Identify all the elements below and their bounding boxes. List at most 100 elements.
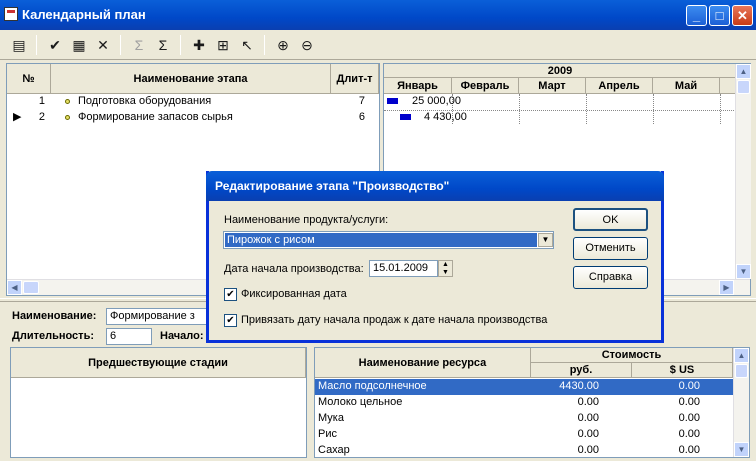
gantt-year: 2009 (384, 64, 736, 78)
table-row[interactable]: ▶ 2 Формирование запасов сырья 6 (7, 110, 379, 126)
col-name-header[interactable]: Наименование этапа (51, 64, 331, 94)
gantt-month: Апрель (586, 78, 653, 94)
resource-rub: 0.00 (577, 444, 599, 456)
date-label: Дата начала производства: (224, 263, 364, 275)
resource-name: Молоко цельное (318, 396, 403, 408)
resource-usd: 0.00 (678, 412, 700, 424)
scroll-right-icon[interactable]: ▶ (719, 280, 734, 295)
resource-name: Сахар (318, 444, 350, 456)
scroll-thumb[interactable] (737, 80, 750, 94)
spin-up-icon[interactable]: ▲ (442, 261, 449, 268)
sum-icon[interactable]: Σ (152, 34, 174, 56)
predecessors-header: Предшествующие стадии (11, 348, 306, 378)
delete-icon[interactable]: ✕ (92, 34, 114, 56)
product-label: Наименование продукта/услуги: (224, 214, 389, 226)
resources-vscrollbar[interactable]: ▲ ▼ (733, 348, 749, 457)
table-row[interactable]: Молоко цельное 0.00 0.00 (315, 395, 733, 411)
row-name: Подготовка оборудования (65, 95, 211, 107)
stage-bullet-icon (65, 98, 70, 104)
check-icon[interactable]: ✔ (44, 34, 66, 56)
resource-name: Мука (318, 412, 344, 424)
gantt-month-empty (720, 78, 736, 94)
resource-rub: 4430.00 (559, 380, 599, 392)
spin-down-icon[interactable]: ▼ (442, 269, 449, 276)
resource-rub: 0.00 (577, 412, 599, 424)
col-num-header[interactable]: № (7, 64, 51, 94)
gantt-vscrollbar[interactable]: ▲ ▼ (735, 64, 751, 279)
minimize-button[interactable]: _ (686, 5, 707, 26)
date-spinner[interactable]: ▲ ▼ (438, 260, 453, 277)
link-sales-checkbox[interactable]: ✔ (224, 314, 237, 327)
scroll-down-icon[interactable]: ▼ (736, 264, 751, 279)
scroll-up-icon[interactable]: ▲ (736, 64, 751, 79)
chevron-down-icon[interactable]: ▼ (538, 233, 553, 247)
col-cost-header: Стоимость (531, 348, 733, 363)
dialog-title: Редактирование этапа "Производство" (215, 179, 450, 193)
scroll-left-icon[interactable]: ◀ (7, 280, 22, 295)
col-duration-header[interactable]: Длит-т (331, 64, 379, 94)
table-row[interactable]: Мука 0.00 0.00 (315, 411, 733, 427)
row-name: Формирование запасов сырья (65, 111, 233, 123)
resource-usd: 0.00 (678, 380, 700, 392)
row-name-text: Формирование запасов сырья (78, 111, 233, 123)
stage-name-field[interactable]: Формирование з (106, 308, 216, 325)
scroll-up-icon[interactable]: ▲ (734, 348, 749, 363)
col-usd-header[interactable]: $ US (632, 363, 733, 378)
window-title: Календарный план (22, 7, 146, 22)
col-rub-header[interactable]: руб. (531, 363, 632, 378)
gantt-bar[interactable] (387, 98, 398, 104)
hierarchy-icon[interactable]: ⊞ (212, 34, 234, 56)
close-button[interactable]: ✕ (732, 5, 753, 26)
gantt-month: Март (519, 78, 586, 94)
gantt-bar[interactable] (400, 114, 411, 120)
table-row[interactable]: Сахар 0.00 0.00 (315, 443, 733, 457)
cancel-button[interactable]: Отменить (573, 237, 648, 260)
row-duration: 6 (358, 111, 365, 123)
app-icon (4, 7, 18, 21)
help-button[interactable]: Справка (573, 266, 648, 289)
pointer-icon[interactable]: ↖ (236, 34, 258, 56)
table-row[interactable]: 1 Подготовка оборудования 7 (7, 94, 379, 110)
row-num: 2 (38, 111, 45, 123)
dialog-title-bar: Редактирование этапа "Производство" (206, 171, 664, 201)
window-title-bar: Календарный план _ □ ✕ (0, 0, 756, 30)
table-row[interactable]: Рис 0.00 0.00 (315, 427, 733, 443)
calculator-icon[interactable]: ▦ (68, 34, 90, 56)
fixed-date-label: Фиксированная дата (241, 288, 347, 300)
ok-button[interactable]: OK (573, 208, 648, 231)
product-select-value: Пирожок с рисом (225, 233, 537, 247)
gantt-bar-label: 25 000,00 (412, 95, 461, 107)
add-icon[interactable]: ✚ (188, 34, 210, 56)
resource-name: Масло подсолнечное (318, 380, 427, 392)
zoom-out-icon[interactable]: ⊖ (296, 34, 318, 56)
stage-bullet-icon (65, 114, 70, 120)
date-field[interactable]: 15.01.2009 (369, 260, 438, 277)
row-num: 1 (38, 95, 45, 107)
gantt-month: Февраль (452, 78, 519, 94)
fixed-date-checkbox[interactable]: ✔ (224, 288, 237, 301)
scroll-down-icon[interactable]: ▼ (734, 442, 749, 457)
edit-list-icon[interactable]: ▤ (8, 34, 30, 56)
resource-rub: 0.00 (577, 396, 599, 408)
zoom-in-icon[interactable]: ⊕ (272, 34, 294, 56)
maximize-button[interactable]: □ (709, 5, 730, 26)
gantt-bar-label: 4 430,00 (424, 111, 467, 123)
scroll-thumb[interactable] (23, 281, 39, 294)
resource-usd: 0.00 (678, 428, 700, 440)
gantt-month: Май (653, 78, 720, 94)
link-sales-label: Привязать дату начала продаж к дате нача… (241, 314, 548, 326)
table-row[interactable]: Масло подсолнечное 4430.00 0.00 (315, 379, 733, 395)
duration-field[interactable]: 6 (106, 328, 152, 345)
resources-grid: Наименование ресурса Стоимость руб. $ US… (314, 347, 750, 458)
sum-disabled-icon: Σ (134, 37, 144, 53)
name-label: Наименование: (12, 310, 97, 322)
predecessors-panel: Предшествующие стадии (10, 347, 307, 458)
resource-name: Рис (318, 428, 337, 440)
product-select[interactable]: Пирожок с рисом ▼ (223, 231, 554, 249)
scroll-thumb[interactable] (735, 364, 748, 378)
resource-rub: 0.00 (577, 428, 599, 440)
toolbar: ▤ ✔ ▦ ✕ Σ Σ ✚ ⊞ ↖ ⊕ ⊖ (0, 30, 756, 60)
col-resource-name-header[interactable]: Наименование ресурса (315, 348, 531, 378)
duration-label: Длительность: (12, 330, 94, 342)
resource-usd: 0.00 (678, 444, 700, 456)
